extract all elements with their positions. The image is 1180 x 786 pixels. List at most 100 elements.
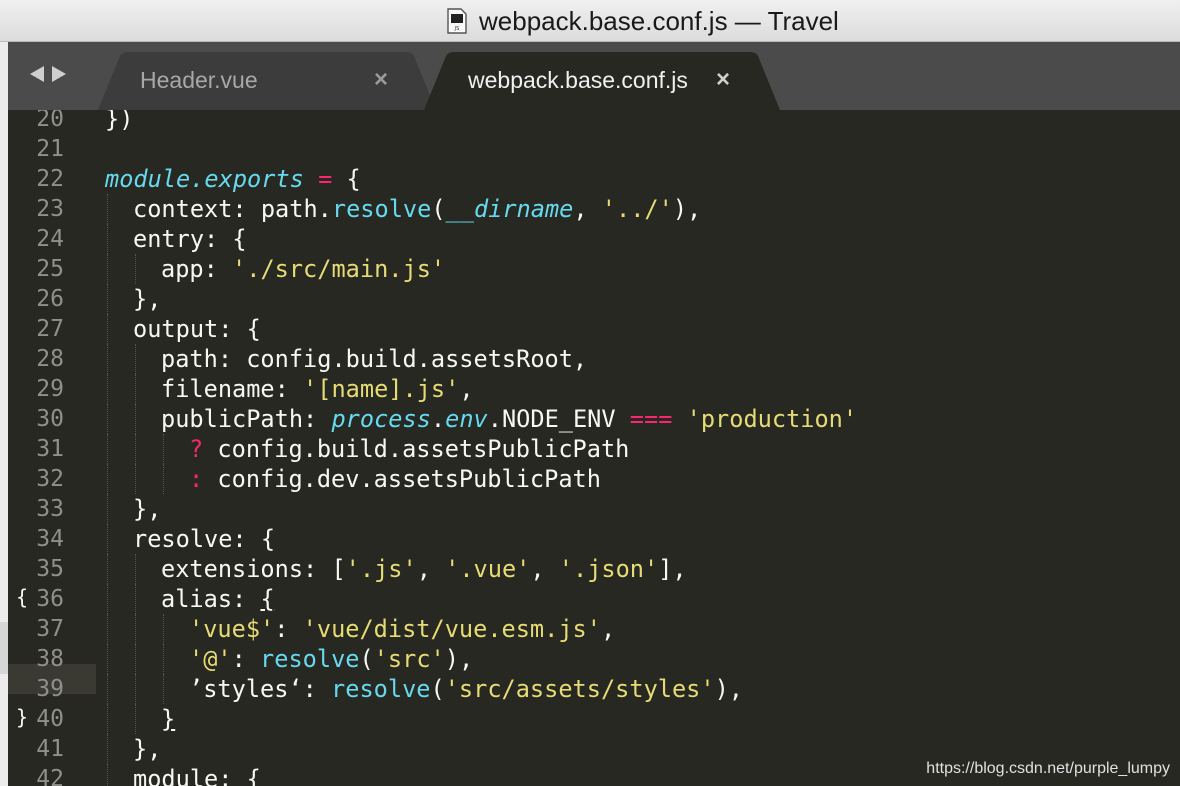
code-token: '.json' — [558, 555, 659, 583]
code-line[interactable]: context: path.resolve(__dirname, '../'), — [133, 194, 701, 224]
code-line[interactable]: module: { — [133, 764, 261, 786]
code-editor[interactable]: 20}) 21 22 module.exports = {23 context: pat… — [8, 110, 1180, 786]
code-token: ), — [444, 645, 474, 673]
indent-guide — [163, 464, 165, 494]
code-token: resolve — [260, 645, 360, 673]
line-number: 41 — [36, 736, 64, 762]
code-token: '@' — [189, 645, 232, 673]
tab-webpack-base-conf[interactable]: webpack.base.conf.js × — [424, 52, 782, 110]
code-line[interactable]: filename: '[name].js', — [161, 374, 474, 404]
code-line[interactable]: }, — [133, 284, 161, 314]
code-token: resolve — [331, 675, 431, 703]
indent-guide — [107, 614, 109, 644]
code-token: module.exports — [105, 165, 304, 193]
code-line[interactable]: }) — [105, 110, 133, 134]
code-line[interactable]: app: './src/main.js' — [161, 254, 445, 284]
code-token: ( — [431, 195, 446, 223]
line-number: 35 — [36, 556, 64, 582]
indent-guide — [107, 344, 109, 374]
code-token: { — [332, 165, 361, 193]
back-arrow-icon[interactable] — [30, 66, 44, 82]
line-number: 34 — [36, 526, 64, 552]
indent-guide — [107, 704, 109, 734]
code-line[interactable]: ’styles‘: resolve('src/assets/styles'), — [189, 674, 743, 704]
code-token: }, — [133, 285, 162, 313]
line-number: 25 — [36, 256, 64, 282]
code-token: , — [416, 555, 446, 583]
indent-guide — [107, 404, 109, 434]
indent-guide — [107, 674, 109, 704]
line-number: 22 — [36, 166, 64, 192]
code-token: : — [189, 465, 204, 493]
close-icon[interactable]: × — [716, 66, 730, 94]
code-token: entry: { — [133, 225, 247, 253]
code-line[interactable]: 'vue$': 'vue/dist/vue.esm.js', — [189, 614, 615, 644]
code-line[interactable]: path: config.build.assetsRoot, — [161, 344, 587, 374]
code-token: alias: — [161, 585, 261, 613]
code-token: }, — [133, 735, 162, 763]
indent-guide — [135, 674, 137, 704]
code-line[interactable]: : config.dev.assetsPublicPath — [189, 464, 601, 494]
indent-guide — [163, 644, 165, 674]
indent-guide — [107, 584, 109, 614]
line-number: 30 — [36, 406, 64, 432]
code-token: config.build.assetsPublicPath — [203, 435, 630, 463]
code-token: , — [600, 615, 616, 643]
code-token: === — [629, 405, 673, 433]
code-token: output: { — [133, 315, 261, 343]
line-number: 37 — [36, 616, 64, 642]
code-line[interactable]: entry: { — [133, 224, 247, 254]
indent-guide — [135, 704, 137, 734]
line-number: 38 — [36, 646, 64, 672]
code-line[interactable]: } — [161, 704, 175, 734]
line-number: 42 — [36, 766, 64, 786]
code-line[interactable]: '@': resolve('src'), — [189, 644, 473, 674]
code-line[interactable]: module.exports = { — [105, 164, 361, 194]
line-number: 24 — [36, 226, 64, 252]
line-number: 21 — [36, 136, 64, 162]
code-line[interactable]: alias: { — [161, 584, 275, 614]
code-token: 'src' — [373, 645, 445, 673]
indent-guide — [107, 524, 109, 554]
fold-marker[interactable]: } — [16, 702, 28, 732]
code-token: env — [445, 405, 488, 433]
code-line[interactable]: output: { — [133, 314, 261, 344]
code-line[interactable]: ? config.build.assetsPublicPath — [189, 434, 629, 464]
code-token: app: — [161, 255, 233, 283]
code-line[interactable]: publicPath: process.env.NODE_ENV === 'pr… — [161, 404, 857, 434]
code-token: config.dev.assetsPublicPath — [203, 465, 601, 493]
code-token: '[name].js' — [303, 375, 460, 403]
code-token: extensions: [ — [161, 555, 346, 583]
close-icon[interactable]: × — [374, 66, 388, 94]
code-token: }) — [105, 110, 134, 133]
fold-marker[interactable]: { — [16, 582, 28, 612]
indent-guide — [107, 194, 109, 224]
indent-guide — [135, 344, 137, 374]
code-token: '../' — [601, 195, 673, 223]
tab-header-vue[interactable]: Header.vue × — [98, 52, 438, 110]
tab-label: Header.vue — [140, 67, 258, 93]
code-line[interactable]: }, — [133, 494, 161, 524]
indent-guide — [135, 404, 137, 434]
code-token: filename: — [161, 375, 304, 403]
code-line[interactable]: extensions: ['.js', '.vue', '.json'], — [161, 554, 687, 584]
code-line[interactable]: resolve: { — [133, 524, 275, 554]
forward-arrow-icon[interactable] — [52, 66, 66, 82]
line-number: 32 — [36, 466, 64, 492]
code-token: 'vue/dist/vue.esm.js' — [302, 615, 601, 643]
code-token: './src/main.js' — [232, 255, 446, 283]
indent-guide — [135, 254, 137, 284]
tab-navigation — [30, 66, 66, 82]
indent-guide — [107, 494, 109, 524]
code-token: , — [530, 555, 559, 583]
code-token: resolve: { — [133, 525, 276, 553]
svg-text:JS: JS — [454, 26, 460, 32]
line-number: 29 — [36, 376, 64, 402]
line-number: 27 — [36, 316, 64, 342]
indent-guide — [135, 614, 137, 644]
window-title: webpack.base.conf.js — Travel — [479, 5, 839, 36]
indent-guide — [135, 644, 137, 674]
code-line[interactable]: }, — [133, 734, 161, 764]
line-number: 20 — [36, 110, 64, 132]
